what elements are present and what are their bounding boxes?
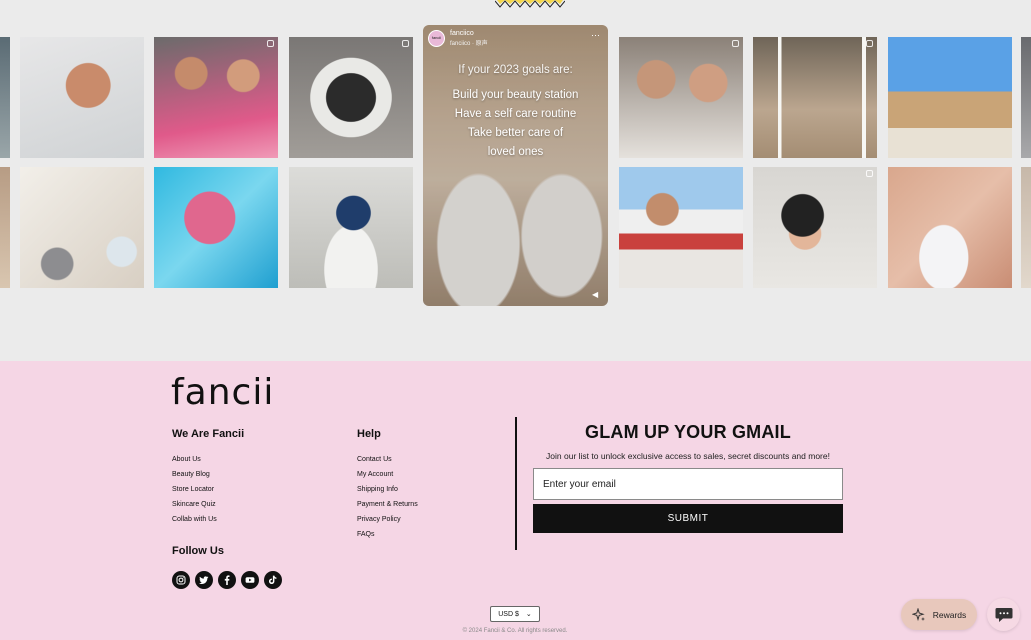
overlay-line: Take better care of: [467, 127, 564, 139]
footer-links-help: Contact Us My Account Shipping Info Paym…: [357, 452, 418, 542]
gallery-tile[interactable]: [888, 37, 1012, 158]
instagram-icon[interactable]: [172, 571, 190, 589]
copyright-text: © 2024 Fancii & Co. All rights reserved.: [462, 628, 568, 634]
tiktok-icon[interactable]: [264, 571, 282, 589]
footer-link-payment-returns[interactable]: Payment & Returns: [357, 497, 418, 512]
rewards-button[interactable]: Rewards: [901, 599, 977, 630]
instagram-gallery: fancii fanciico fanciico · 原声 ⋯ If your …: [0, 0, 1031, 361]
mute-icon[interactable]: ◀: [592, 290, 602, 300]
gallery-tile[interactable]: [154, 37, 278, 158]
chevron-down-icon: ⌄: [525, 611, 532, 618]
currency-value: USD $: [498, 610, 519, 618]
twitter-icon[interactable]: [195, 571, 213, 589]
instagram-badge-icon: [866, 40, 873, 47]
newsletter-title: GLAM UP YOUR GMAIL: [585, 422, 791, 442]
instagram-badge-icon: [866, 170, 873, 177]
footer-link-skincare-quiz[interactable]: Skincare Quiz: [172, 497, 217, 512]
gallery-tile-partial[interactable]: [1021, 37, 1031, 158]
avatar[interactable]: fancii: [428, 30, 445, 47]
video-overlay-text: If your 2023 goals are: Build your beaut…: [423, 61, 608, 162]
site-footer: fancii We Are Fancii About Us Beauty Blo…: [0, 361, 1031, 640]
gallery-tile[interactable]: [289, 37, 413, 158]
gallery-tile[interactable]: [20, 37, 144, 158]
vertical-divider: [515, 417, 517, 550]
overlay-line: loved ones: [487, 146, 544, 158]
brand-logo[interactable]: fancii: [171, 371, 274, 415]
overlay-line: Build your beauty station: [452, 89, 579, 101]
footer-link-collab[interactable]: Collab with Us: [172, 512, 217, 527]
gallery-tile[interactable]: [753, 167, 877, 288]
youtube-icon[interactable]: [241, 571, 259, 589]
featured-post-header: fancii fanciico fanciico · 原声 ⋯: [428, 30, 603, 48]
overlay-line: Have a self care routine: [454, 108, 577, 120]
gallery-tile-partial[interactable]: [0, 167, 10, 288]
footer-column-title: We Are Fancii: [172, 428, 245, 440]
facebook-icon[interactable]: [218, 571, 236, 589]
overlay-line: If your 2023 goals are:: [458, 64, 573, 76]
gallery-tile[interactable]: [753, 37, 877, 158]
featured-video-post[interactable]: fancii fanciico fanciico · 原声 ⋯ If your …: [423, 25, 608, 306]
gallery-tile[interactable]: [20, 167, 144, 288]
submit-button[interactable]: SUBMIT: [533, 504, 843, 533]
footer-link-privacy-policy[interactable]: Privacy Policy: [357, 512, 418, 527]
post-subtitle: fanciico · 原声: [450, 41, 488, 47]
chat-button[interactable]: [987, 598, 1020, 631]
footer-link-shipping-info[interactable]: Shipping Info: [357, 482, 418, 497]
instagram-badge-icon: [732, 40, 739, 47]
gallery-tile[interactable]: [619, 37, 743, 158]
footer-links-we-are-fancii: About Us Beauty Blog Store Locator Skinc…: [172, 452, 217, 527]
footer-link-faqs[interactable]: FAQs: [357, 527, 418, 542]
footer-column-title: Help: [357, 428, 381, 440]
more-options-icon[interactable]: ⋯: [591, 30, 601, 41]
gallery-tile[interactable]: [289, 167, 413, 288]
gallery-tile[interactable]: [619, 167, 743, 288]
gallery-tile-partial[interactable]: [1021, 167, 1031, 288]
instagram-badge-icon: [267, 40, 274, 47]
gallery-tile[interactable]: [888, 167, 1012, 288]
footer-link-beauty-blog[interactable]: Beauty Blog: [172, 467, 217, 482]
zigzag-decoration: [495, 0, 565, 8]
gallery-tile[interactable]: [154, 167, 278, 288]
post-username[interactable]: fanciico: [450, 30, 474, 37]
social-links: [172, 571, 282, 589]
chat-bubble-icon: [995, 607, 1012, 622]
footer-link-about-us[interactable]: About Us: [172, 452, 217, 467]
instagram-badge-icon: [402, 40, 409, 47]
email-input[interactable]: [533, 468, 843, 500]
footer-link-contact-us[interactable]: Contact Us: [357, 452, 418, 467]
footer-link-store-locator[interactable]: Store Locator: [172, 482, 217, 497]
rewards-label: Rewards: [932, 609, 967, 620]
follow-us-title: Follow Us: [172, 545, 224, 557]
gallery-tile-partial[interactable]: [0, 37, 10, 158]
currency-selector[interactable]: USD $ ⌄: [490, 606, 540, 622]
sparkle-icon: [911, 607, 925, 621]
newsletter-description: Join our list to unlock exclusive access…: [546, 451, 830, 461]
footer-link-my-account[interactable]: My Account: [357, 467, 418, 482]
